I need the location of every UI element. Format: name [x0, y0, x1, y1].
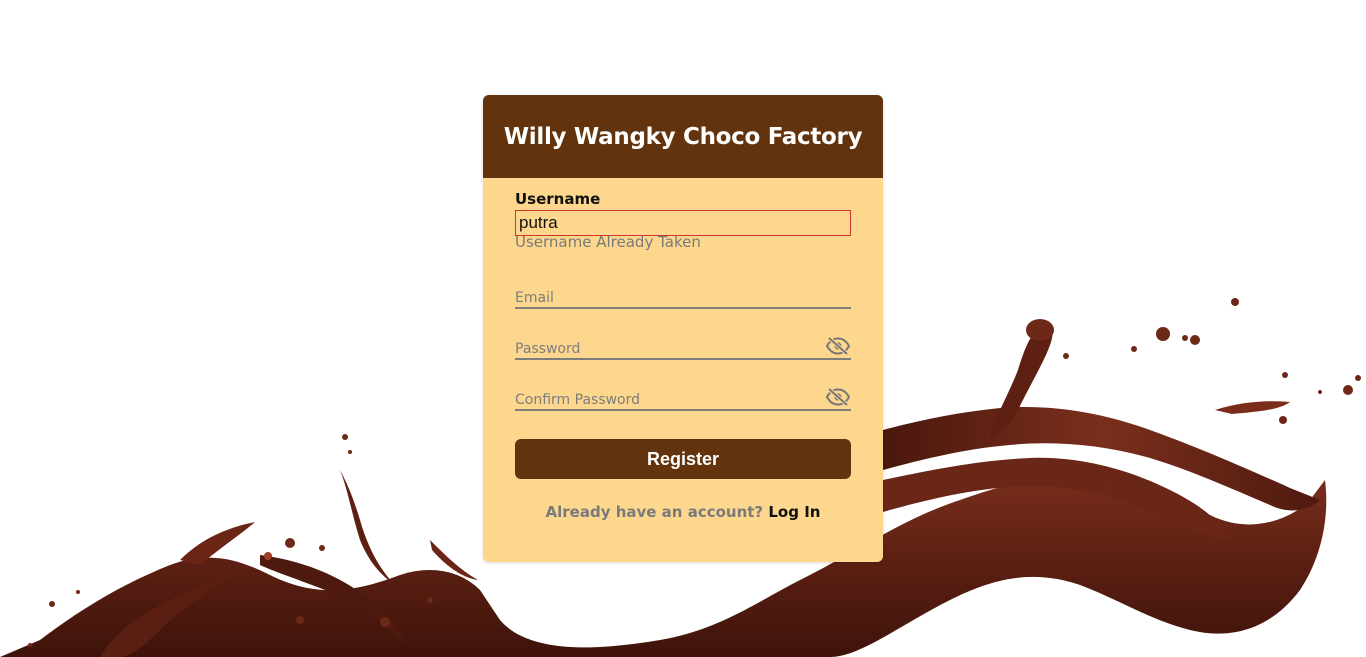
confirm-password-input[interactable] — [515, 392, 815, 409]
login-prompt: Already have an account? Log In — [483, 503, 883, 521]
email-input[interactable] — [515, 290, 815, 307]
eye-slash-icon[interactable] — [825, 386, 851, 408]
username-label: Username — [515, 190, 601, 208]
username-error-message: Username Already Taken — [515, 233, 701, 251]
login-prompt-text: Already have an account? — [545, 503, 764, 521]
password-input[interactable] — [515, 341, 815, 358]
register-page: Willy Wangky Choco Factory Username User… — [0, 0, 1366, 657]
card-header: Willy Wangky Choco Factory — [483, 95, 883, 178]
login-link[interactable]: Log In — [768, 503, 820, 521]
register-card: Willy Wangky Choco Factory Username User… — [483, 95, 883, 562]
app-title: Willy Wangky Choco Factory — [503, 123, 863, 150]
email-field — [515, 283, 851, 309]
register-button[interactable]: Register — [515, 439, 851, 479]
password-field — [515, 334, 851, 360]
eye-slash-icon[interactable] — [825, 335, 851, 357]
confirm-password-field — [515, 385, 851, 411]
